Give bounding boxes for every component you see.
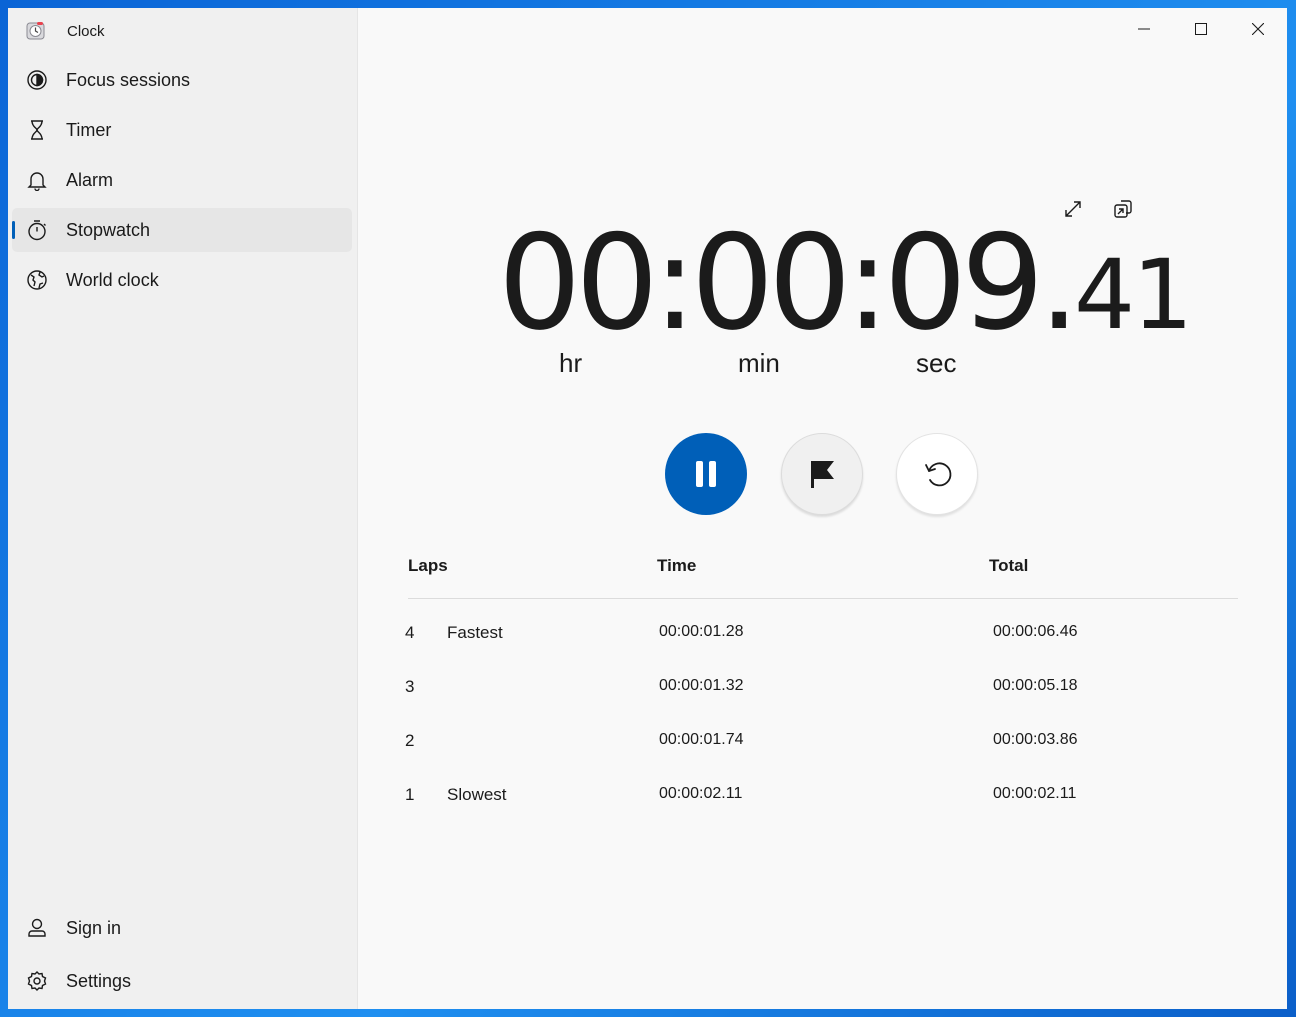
clock-app-icon [25, 20, 47, 42]
lap-number: 3 [405, 677, 415, 696]
flag-icon [807, 459, 837, 489]
lap-total: 00:00:05.18 [993, 677, 1078, 694]
reset-icon [922, 459, 952, 489]
lap-number: 4 [405, 623, 415, 642]
sidebar-item-label: Focus sessions [66, 69, 191, 90]
hours-value: 00 [498, 206, 659, 359]
lap-tag: Slowest [447, 785, 507, 804]
seconds-value: 09 [883, 206, 1045, 359]
lap-time: 00:00:01.32 [659, 677, 744, 694]
lap-row: 3 00:00:01.32 00:00:05.18 [358, 677, 1258, 707]
stopwatch-icon [26, 219, 48, 241]
sidebar: Clock Focus sessions Timer Alarm Stopwat… [8, 8, 358, 1009]
hourglass-icon [26, 119, 48, 141]
sidebar-item-label: World clock [66, 269, 159, 290]
lap-total: 00:00:03.86 [993, 731, 1078, 748]
total-column-header: Total [989, 556, 1029, 575]
sidebar-item-settings[interactable]: Settings [12, 959, 352, 1003]
focus-icon [26, 69, 48, 91]
sidebar-item-focus-sessions[interactable]: Focus sessions [12, 58, 352, 102]
sidebar-item-alarm[interactable]: Alarm [12, 158, 352, 202]
sidebar-item-sign-in[interactable]: Sign in [12, 906, 352, 950]
lap-row: 1 Slowest 00:00:02.11 00:00:02.11 [358, 785, 1258, 815]
sidebar-item-label: Alarm [66, 169, 114, 190]
hours-unit-label: hr [559, 348, 583, 378]
stopwatch-time-display: 00:00:09.41 [498, 206, 1193, 359]
time-separator: : [652, 206, 697, 359]
lap-number: 1 [405, 785, 415, 804]
clock-window: Clock Focus sessions Timer Alarm Stopwat… [8, 8, 1287, 1009]
lap-time: 00:00:01.74 [659, 731, 744, 748]
lap-time: 00:00:01.28 [659, 623, 744, 640]
globe-icon [26, 269, 48, 291]
stopwatch-page: 00:00:09.41 hr min sec Laps Time Total 4… [358, 8, 1287, 1009]
app-title: Clock [67, 22, 105, 40]
pause-button[interactable] [665, 433, 747, 515]
lap-time: 00:00:02.11 [659, 785, 743, 802]
laps-column-header: Laps [408, 556, 448, 575]
seconds-unit-label: sec [916, 348, 957, 378]
lap-row: 2 00:00:01.74 00:00:03.86 [358, 731, 1258, 761]
time-column-header: Time [657, 556, 697, 575]
gear-icon [26, 970, 48, 992]
sidebar-item-timer[interactable]: Timer [12, 108, 352, 152]
minutes-unit-label: min [738, 348, 780, 378]
minutes-value: 00 [690, 206, 852, 359]
lap-number: 2 [405, 731, 415, 750]
lap-total: 00:00:06.46 [993, 623, 1078, 640]
person-icon [26, 917, 48, 939]
lap-total: 00:00:02.11 [993, 785, 1077, 802]
app-title-bar: Clock [25, 18, 105, 44]
time-separator: : [845, 206, 890, 359]
lap-button[interactable] [781, 433, 863, 515]
pause-icon [691, 459, 721, 489]
laps-divider [408, 598, 1238, 599]
sidebar-item-label: Stopwatch [66, 219, 151, 240]
selection-indicator [12, 221, 15, 239]
sidebar-item-label: Settings [66, 970, 132, 991]
bell-icon [26, 169, 48, 191]
sidebar-item-label: Timer [66, 119, 112, 140]
hundredths-value: 41 [1074, 239, 1193, 351]
lap-tag: Fastest [447, 623, 503, 642]
lap-row: 4 Fastest 00:00:01.28 00:00:06.46 [358, 623, 1258, 653]
decimal-point: . [1038, 206, 1080, 359]
sidebar-item-stopwatch[interactable]: Stopwatch [12, 208, 352, 252]
reset-button[interactable] [896, 433, 978, 515]
sidebar-item-label: Sign in [66, 917, 122, 938]
sidebar-item-world-clock[interactable]: World clock [12, 258, 352, 302]
